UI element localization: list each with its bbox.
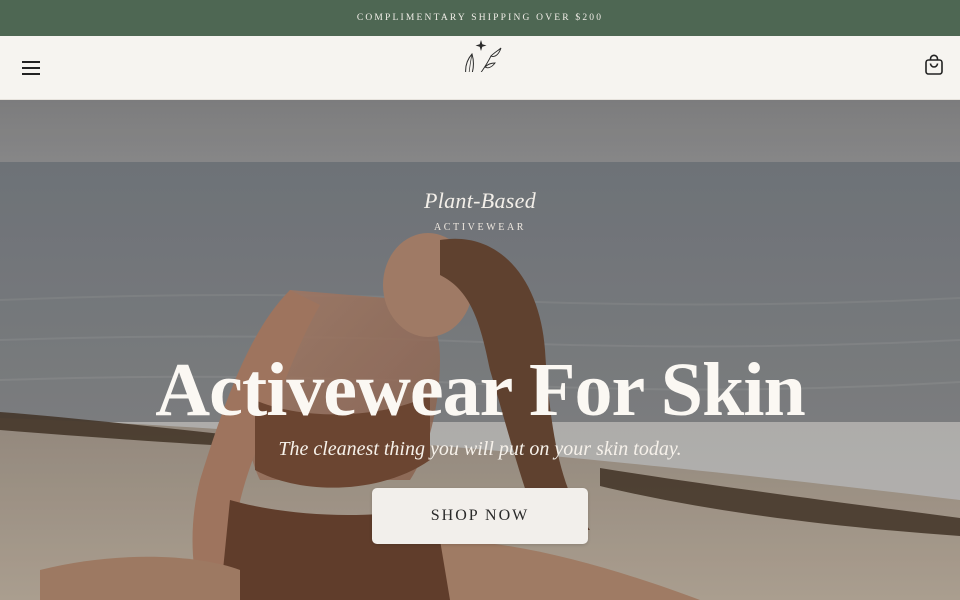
- leaf-star-logo-icon[interactable]: [455, 20, 507, 72]
- hero-eyebrow: Plant-Based: [423, 188, 537, 213]
- hero-banner: Plant-Based ACTIVEWEAR Activewear For Sk…: [0, 100, 960, 600]
- shop-now-button[interactable]: SHOP NOW: [372, 488, 588, 544]
- site-header: [0, 36, 960, 100]
- hero-tagline: The cleanest thing you will put on your …: [278, 438, 682, 460]
- hero-eyebrow-subtitle: ACTIVEWEAR: [433, 222, 527, 233]
- shopping-bag-icon[interactable]: [922, 53, 946, 77]
- hero-headline: Activewear For Skin: [155, 348, 805, 432]
- hamburger-menu-icon[interactable]: [22, 59, 42, 75]
